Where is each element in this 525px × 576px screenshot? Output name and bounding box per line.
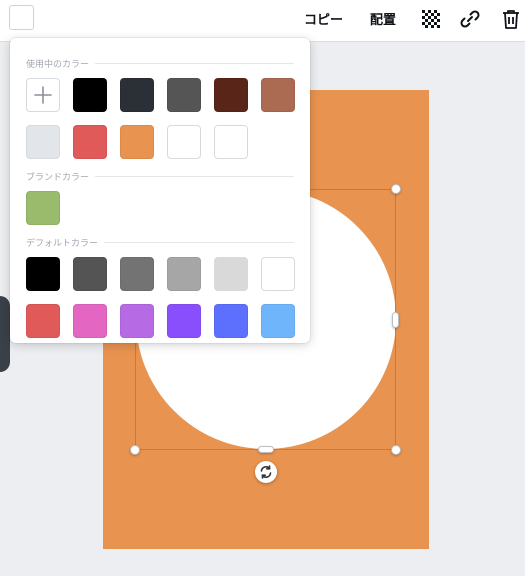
resize-handle-top-right[interactable] (391, 184, 401, 194)
used-color-swatch[interactable] (214, 125, 248, 159)
used-color-swatch[interactable] (73, 78, 107, 112)
link-icon[interactable] (459, 8, 481, 30)
used-color-swatch[interactable] (120, 78, 154, 112)
arrange-button[interactable]: 配置 (370, 9, 396, 28)
default-color-swatch[interactable] (214, 257, 248, 291)
default-color-swatch[interactable] (26, 304, 60, 338)
side-panel-tab[interactable] (0, 296, 10, 372)
default-color-swatch[interactable] (261, 257, 295, 291)
rotate-handle[interactable] (255, 461, 277, 483)
used-color-swatch[interactable] (261, 78, 295, 112)
used-color-swatch[interactable] (120, 125, 154, 159)
brand-color-swatch[interactable] (26, 191, 60, 225)
default-color-swatch[interactable] (120, 304, 154, 338)
default-color-swatch[interactable] (73, 257, 107, 291)
plus-icon (34, 86, 52, 104)
top-toolbar: コピー 配置 (0, 0, 525, 42)
default-color-swatch[interactable] (73, 304, 107, 338)
default-color-swatch[interactable] (120, 257, 154, 291)
default-color-swatch[interactable] (261, 304, 295, 338)
transparency-icon[interactable] (420, 8, 442, 30)
used-color-swatch[interactable] (214, 78, 248, 112)
brand-colors-label: ブランドカラー (26, 170, 96, 183)
resize-handle-right[interactable] (392, 312, 399, 328)
used-color-swatch[interactable] (167, 125, 201, 159)
default-color-swatch[interactable] (26, 257, 60, 291)
default-color-swatch[interactable] (167, 257, 201, 291)
resize-handle-bottom-left[interactable] (130, 445, 140, 455)
resize-handle-bottom-right[interactable] (391, 445, 401, 455)
text-color-button[interactable] (9, 5, 34, 30)
copy-button[interactable]: コピー (304, 9, 343, 28)
trash-icon[interactable] (500, 8, 522, 30)
rotate-icon (260, 465, 272, 479)
default-color-swatch[interactable] (167, 304, 201, 338)
used-color-swatch[interactable] (73, 125, 107, 159)
used-color-swatch[interactable] (26, 125, 60, 159)
used-color-swatch[interactable] (167, 78, 201, 112)
default-color-swatch[interactable] (214, 304, 248, 338)
default-colors-label: デフォルトカラー (26, 236, 105, 249)
add-color-button[interactable] (26, 78, 60, 112)
resize-handle-bottom[interactable] (258, 446, 274, 453)
used-colors-label: 使用中のカラー (26, 57, 96, 70)
color-picker-panel: 使用中のカラー ブランドカラー デフォルトカラー (10, 38, 310, 343)
